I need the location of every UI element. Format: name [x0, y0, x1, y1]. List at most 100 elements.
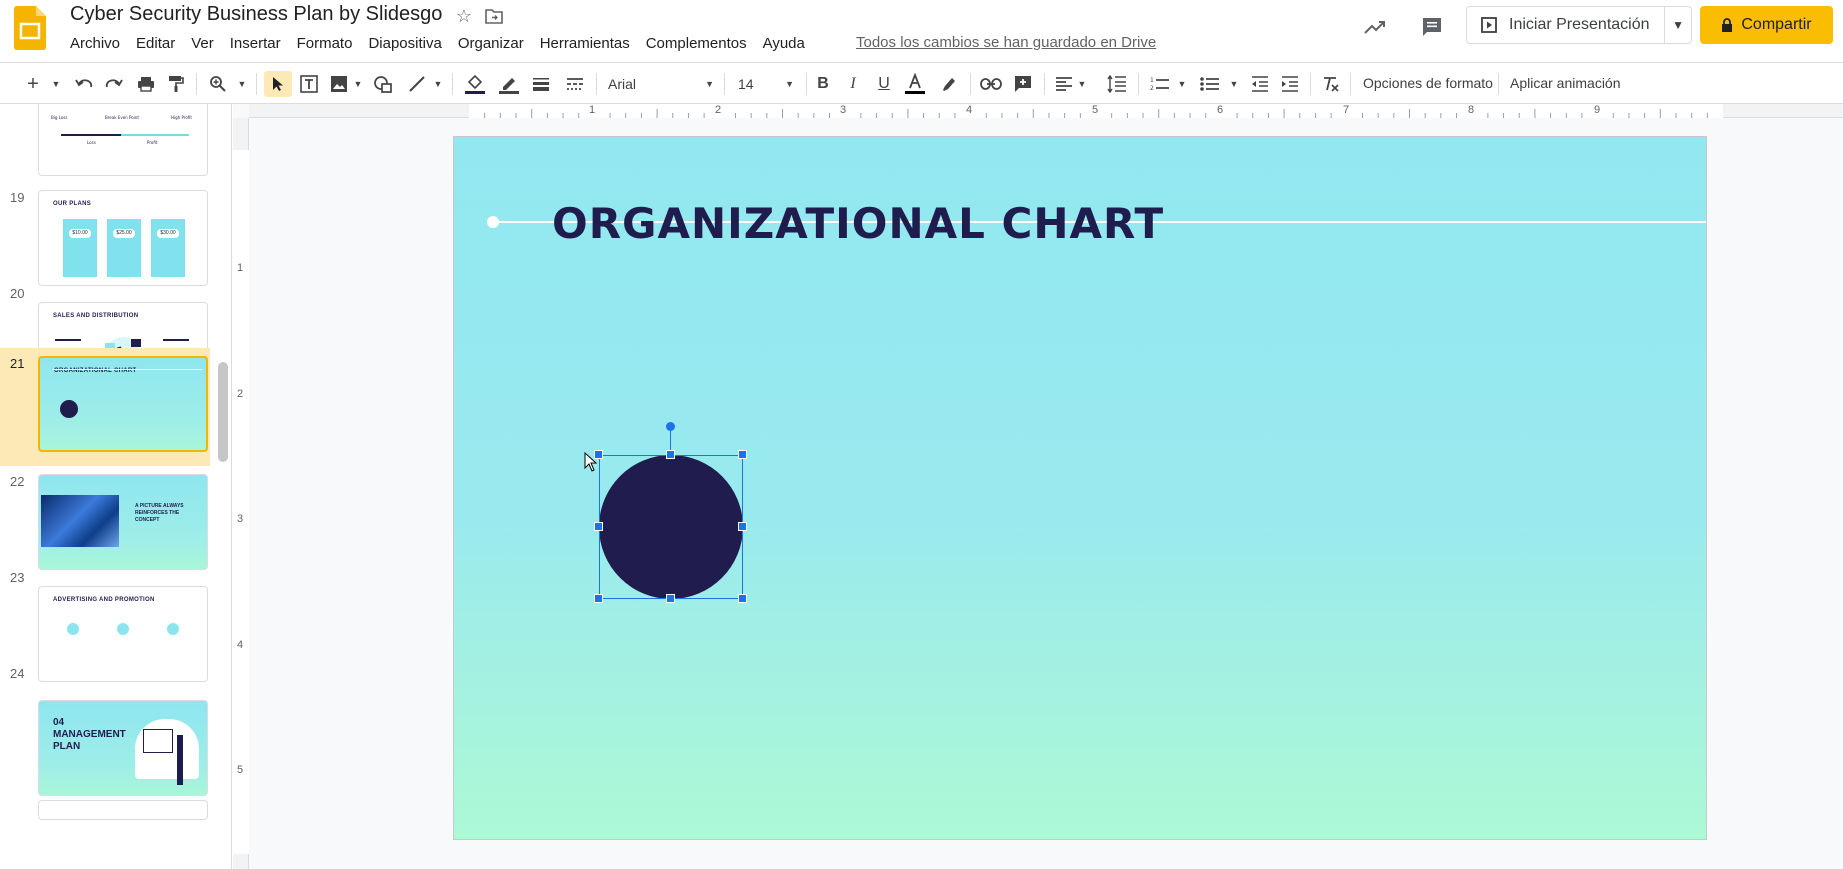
menu-herramientas[interactable]: Herramientas [532, 34, 638, 54]
star-icon[interactable]: ☆ [452, 4, 476, 28]
highlight-color-icon[interactable] [936, 71, 962, 97]
menu-formato[interactable]: Formato [289, 34, 361, 54]
thumb-icon-circle [167, 623, 179, 635]
thumb-label-loss: Loss [87, 140, 96, 145]
vertical-ruler[interactable]: 1 2 3 4 5 [233, 118, 249, 869]
horizontal-ruler[interactable]: 1 2 3 4 5 6 7 8 9 [249, 104, 1843, 118]
slide-thumbnail-22[interactable]: A PICTURE ALWAYS REINFORCES THE CONCEPT [38, 474, 208, 570]
present-options-chevron-down-icon[interactable]: ▼ [1665, 18, 1691, 32]
menu-organizar[interactable]: Organizar [450, 34, 532, 54]
menu-archivo[interactable]: Archivo [62, 34, 128, 54]
bulleted-list-icon[interactable] [1198, 71, 1222, 97]
slide-thumbnail-25[interactable] [38, 800, 208, 820]
add-comment-icon[interactable] [1010, 71, 1036, 97]
resize-handle-bottom-left[interactable] [594, 594, 603, 603]
decrease-indent-icon[interactable] [1248, 71, 1272, 97]
font-family-select[interactable]: Arial ▼ [608, 71, 718, 97]
mouse-cursor-icon [584, 452, 598, 472]
move-folder-icon[interactable] [482, 4, 506, 28]
new-slide-plus-icon[interactable]: + [24, 71, 42, 97]
image-icon[interactable] [326, 71, 352, 97]
plan-card: $30.00 [151, 219, 185, 277]
line-spacing-icon[interactable] [1104, 71, 1130, 97]
undo-icon[interactable] [72, 71, 96, 97]
clear-formatting-icon[interactable] [1318, 71, 1342, 97]
paint-format-icon[interactable] [164, 71, 188, 97]
resize-handle-right[interactable] [738, 522, 747, 531]
menu-complementos[interactable]: Complementos [638, 34, 755, 54]
border-weight-icon[interactable] [528, 71, 554, 97]
numbered-list-icon[interactable]: 12 [1148, 71, 1172, 97]
font-size-value: 14 [738, 76, 754, 92]
speaker-notes-drag-handle[interactable] [1059, 861, 1083, 867]
image-chevron-down-icon[interactable]: ▼ [352, 71, 364, 97]
saved-status-link[interactable]: Todos los cambios se han guardado en Dri… [856, 34, 1156, 51]
print-icon[interactable] [134, 71, 158, 97]
share-label: Compartir [1741, 16, 1812, 33]
slide-thumbnail-23[interactable]: ADVERTISING AND PROMOTION [38, 586, 208, 682]
new-slide-layout-chevron-down-icon[interactable]: ▼ [50, 71, 62, 97]
slide-number-21: 21 [10, 356, 25, 371]
menu-ver[interactable]: Ver [183, 34, 222, 54]
bold-icon[interactable]: B [812, 71, 834, 97]
align-left-icon[interactable] [1052, 71, 1076, 97]
ruler-mark: 7 [1343, 104, 1350, 116]
fill-color-icon[interactable] [462, 71, 488, 97]
comments-icon[interactable] [1417, 12, 1447, 42]
ruler-slide-area [233, 150, 249, 854]
bulleted-list-chevron-down-icon[interactable]: ▼ [1228, 71, 1240, 97]
line-chevron-down-icon[interactable]: ▼ [432, 71, 444, 97]
resize-handle-bottom[interactable] [666, 594, 675, 603]
slide-title[interactable]: ORGANIZATIONAL CHART [552, 199, 1164, 248]
select-cursor-icon[interactable] [264, 71, 292, 97]
slides-logo-icon[interactable] [14, 6, 46, 50]
redo-icon[interactable] [102, 71, 126, 97]
text-box-icon[interactable] [296, 71, 322, 97]
share-button[interactable]: Compartir [1700, 6, 1833, 44]
line-icon[interactable] [404, 71, 430, 97]
italic-icon[interactable]: I [842, 71, 864, 97]
numbered-list-chevron-down-icon[interactable]: ▼ [1176, 71, 1188, 97]
align-chevron-down-icon[interactable]: ▼ [1076, 71, 1088, 97]
slide-thumbnail-24[interactable]: 04 MANAGEMENT PLAN [38, 700, 208, 796]
document-title[interactable]: Cyber Security Business Plan by Slidesgo [70, 3, 442, 26]
rotation-handle[interactable] [666, 422, 675, 431]
title-decoration-dot[interactable] [487, 216, 499, 228]
resize-handle-top[interactable] [666, 450, 675, 459]
slide-thumbnail-19[interactable]: OUR PLANS $10.00 $25.00 $30.00 [38, 190, 208, 286]
menu-ayuda[interactable]: Ayuda [755, 34, 813, 54]
insert-link-icon[interactable] [978, 71, 1004, 97]
shape-icon[interactable] [370, 71, 396, 97]
present-button[interactable]: Iniciar Presentación [1467, 7, 1666, 43]
resize-handle-bottom-right[interactable] [738, 594, 747, 603]
filmstrip-scrollbar[interactable] [218, 362, 228, 462]
activity-trend-icon[interactable] [1361, 12, 1391, 42]
ruler-mark: 5 [237, 764, 244, 776]
plan-price: $10.00 [69, 229, 91, 238]
menu-insertar[interactable]: Insertar [222, 34, 289, 54]
text-color-icon[interactable] [902, 71, 928, 97]
toolbar-divider [1138, 73, 1139, 95]
present-play-icon [1481, 17, 1497, 33]
zoom-chevron-down-icon[interactable]: ▼ [236, 71, 248, 97]
present-label: Iniciar Presentación [1509, 16, 1650, 33]
toolbar-divider [256, 73, 257, 95]
zoom-icon[interactable] [206, 71, 230, 97]
format-options-button[interactable]: Opciones de formato [1363, 75, 1493, 91]
menu-editar[interactable]: Editar [128, 34, 183, 54]
underline-icon[interactable]: U [873, 71, 895, 97]
resize-handle-top-right[interactable] [738, 450, 747, 459]
slide-thumbnail-21[interactable]: ORGANIZATIONAL CHART [38, 356, 208, 452]
increase-indent-icon[interactable] [1278, 71, 1302, 97]
thumb-icon-circle [117, 623, 129, 635]
border-color-icon[interactable] [496, 71, 522, 97]
slide-canvas[interactable]: ORGANIZATIONAL CHART [453, 136, 1707, 840]
slide-thumbnail-18[interactable]: Big Loss Break Even Point High Profit Lo… [38, 104, 208, 176]
menu-diapositiva[interactable]: Diapositiva [360, 34, 449, 54]
font-family-value: Arial [608, 76, 637, 92]
border-dash-icon[interactable] [562, 71, 588, 97]
apply-animation-button[interactable]: Aplicar animación [1510, 75, 1621, 91]
font-size-select[interactable]: 14 ▼ [738, 71, 796, 97]
selection-box [599, 455, 743, 599]
resize-handle-left[interactable] [594, 522, 603, 531]
